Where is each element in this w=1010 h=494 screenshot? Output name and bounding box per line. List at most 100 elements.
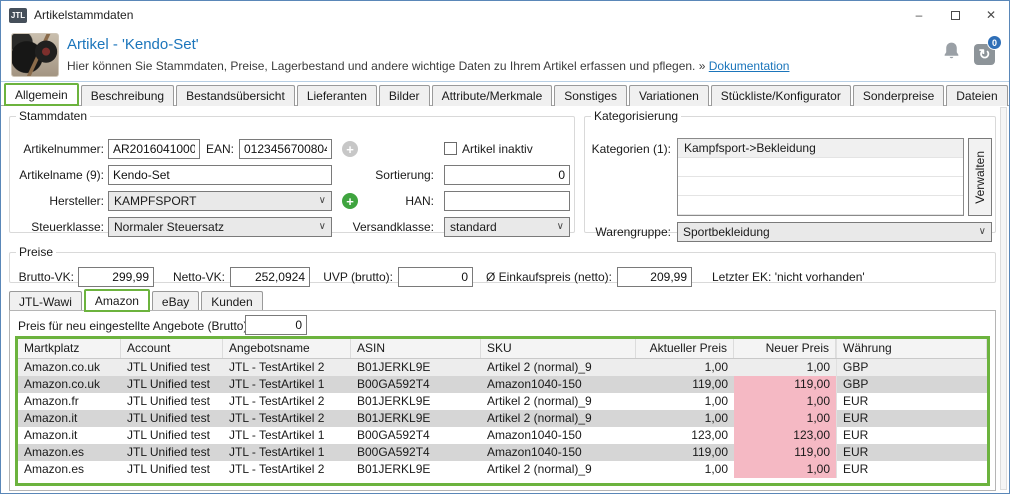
preise-legend: Preise bbox=[16, 245, 56, 259]
cell-aktueller-preis: 123,00 bbox=[636, 427, 734, 444]
cell-neuer-preis: 123,00 bbox=[734, 427, 836, 444]
column-header-account[interactable]: Account bbox=[121, 339, 223, 358]
cell-sku: Amazon1040-150 bbox=[481, 376, 636, 393]
tab-allgemein[interactable]: Allgemein bbox=[4, 83, 79, 106]
price-tab-kunden[interactable]: Kunden bbox=[201, 291, 262, 312]
column-header-sku[interactable]: SKU bbox=[481, 339, 636, 358]
brutto-vk-input[interactable] bbox=[78, 267, 154, 287]
tab-bestandsübersicht[interactable]: Bestandsübersicht bbox=[176, 85, 295, 106]
cell-sku: Artikel 2 (normal)_9 bbox=[481, 393, 636, 410]
warengruppe-label: Warengruppe: bbox=[589, 222, 671, 242]
kategorie-list-empty-row bbox=[678, 158, 963, 177]
artikelstammdaten-window: JTL Artikelstammdaten – ✕ Artikel - 'Ken… bbox=[0, 0, 1010, 494]
cell-waehrung: EUR bbox=[836, 410, 987, 427]
cell-neuer-preis: 119,00 bbox=[734, 444, 836, 461]
warengruppe-select[interactable]: Sportbekleidung ∨ bbox=[677, 222, 992, 242]
column-header-aktueller-preis[interactable]: Aktueller Preis bbox=[636, 339, 734, 358]
cell-asin: B01JERKL9E bbox=[351, 393, 481, 410]
artikelname-input[interactable] bbox=[108, 165, 332, 185]
cell-neuer-preis: 119,00 bbox=[734, 376, 836, 393]
maximize-button[interactable] bbox=[937, 1, 973, 29]
cell-angebotsname: JTL - TestArtikel 2 bbox=[223, 359, 351, 376]
netto-vk-input[interactable] bbox=[230, 267, 310, 287]
cell-account: JTL Unified test bbox=[121, 461, 223, 478]
cell-angebotsname: JTL - TestArtikel 2 bbox=[223, 393, 351, 410]
dokumentation-link[interactable]: Dokumentation bbox=[709, 59, 790, 73]
cell-waehrung: EUR bbox=[836, 461, 987, 478]
cell-aktueller-preis: 1,00 bbox=[636, 393, 734, 410]
tab-attribute-merkmale[interactable]: Attribute/Merkmale bbox=[432, 85, 553, 106]
sortierung-input[interactable] bbox=[444, 165, 570, 185]
vertical-scrollbar[interactable] bbox=[1000, 107, 1007, 490]
tab-dateien[interactable]: Dateien bbox=[946, 85, 1007, 106]
stammdaten-groupbox: Stammdaten Artikelnummer: EAN: + Artikel… bbox=[9, 109, 575, 233]
cell-waehrung: GBP bbox=[836, 359, 987, 376]
cell-marktplatz: Amazon.es bbox=[18, 444, 121, 461]
price-tab-ebay[interactable]: eBay bbox=[152, 291, 199, 312]
tab-lieferanten[interactable]: Lieferanten bbox=[297, 85, 377, 106]
cell-account: JTL Unified test bbox=[121, 444, 223, 461]
einkaufspreis-input[interactable] bbox=[617, 267, 692, 287]
neupreis-input[interactable] bbox=[245, 315, 307, 335]
title-bar: JTL Artikelstammdaten – ✕ bbox=[1, 1, 1009, 29]
steuerklasse-select[interactable]: Normaler Steuersatz ∨ bbox=[108, 217, 332, 237]
sync-button[interactable]: ↻ 0 bbox=[974, 41, 995, 65]
versandklasse-select[interactable]: standard ∨ bbox=[444, 217, 570, 237]
kategorie-list-item[interactable]: Kampfsport->Bekleidung bbox=[678, 139, 963, 158]
sortierung-label: Sortierung: bbox=[310, 165, 434, 185]
cell-neuer-preis: 1,00 bbox=[734, 359, 836, 376]
page-title: Artikel - 'Kendo-Set' bbox=[67, 36, 199, 53]
maximize-icon bbox=[951, 11, 960, 20]
column-header-währung[interactable]: Währung bbox=[836, 339, 987, 358]
verwalten-button[interactable]: Verwalten bbox=[968, 138, 992, 216]
column-header-neuer-preis[interactable]: Neuer Preis bbox=[734, 339, 836, 358]
ean-input[interactable] bbox=[239, 139, 332, 159]
price-tab-amazon[interactable]: Amazon bbox=[84, 289, 150, 312]
brutto-vk-label: Brutto-VK: bbox=[14, 267, 74, 287]
tab-bilder[interactable]: Bilder bbox=[379, 85, 430, 106]
cell-marktplatz: Amazon.co.uk bbox=[18, 376, 121, 393]
table-row[interactable]: Amazon.co.ukJTL Unified testJTL - TestAr… bbox=[18, 376, 987, 393]
cell-sku: Amazon1040-150 bbox=[481, 444, 636, 461]
cell-aktueller-preis: 119,00 bbox=[636, 376, 734, 393]
minimize-button[interactable]: – bbox=[901, 1, 937, 29]
han-label: HAN: bbox=[310, 191, 434, 211]
tab-sonstiges[interactable]: Sonstiges bbox=[554, 85, 627, 106]
column-header-martkplatz[interactable]: Martkplatz bbox=[18, 339, 121, 358]
artikel-inaktiv-checkbox[interactable] bbox=[444, 142, 457, 155]
price-tab-jtl-wawi[interactable]: JTL-Wawi bbox=[9, 291, 82, 312]
hersteller-label: Hersteller: bbox=[10, 191, 104, 211]
cell-asin: B01JERKL9E bbox=[351, 461, 481, 478]
tab-stückliste-konfigurator[interactable]: Stückliste/Konfigurator bbox=[711, 85, 851, 106]
table-row[interactable]: Amazon.frJTL Unified testJTL - TestArtik… bbox=[18, 393, 987, 410]
add-ean-icon[interactable]: + bbox=[342, 141, 358, 157]
cell-waehrung: GBP bbox=[836, 376, 987, 393]
table-row[interactable]: Amazon.esJTL Unified testJTL - TestArtik… bbox=[18, 444, 987, 461]
table-row[interactable]: Amazon.esJTL Unified testJTL - TestArtik… bbox=[18, 461, 987, 478]
column-header-angebotsname[interactable]: Angebotsname bbox=[223, 339, 351, 358]
cell-marktplatz: Amazon.es bbox=[18, 461, 121, 478]
cell-waehrung: EUR bbox=[836, 393, 987, 410]
table-row[interactable]: Amazon.co.ukJTL Unified testJTL - TestAr… bbox=[18, 359, 987, 376]
main-tab-strip: AllgemeinBeschreibungBestandsübersichtLi… bbox=[1, 83, 1009, 106]
table-header-row: MartkplatzAccountAngebotsnameASINSKUAktu… bbox=[18, 339, 987, 359]
cell-asin: B00GA592T4 bbox=[351, 427, 481, 444]
column-header-asin[interactable]: ASIN bbox=[351, 339, 481, 358]
price-tab-strip: JTL-WawiAmazoneBayKunden bbox=[9, 288, 265, 311]
article-image-thumbnail[interactable] bbox=[11, 33, 59, 77]
cell-asin: B01JERKL9E bbox=[351, 410, 481, 427]
close-button[interactable]: ✕ bbox=[973, 1, 1009, 29]
hersteller-select[interactable]: KAMPFSPORT ∨ bbox=[108, 191, 332, 211]
uvp-input[interactable] bbox=[398, 267, 473, 287]
table-row[interactable]: Amazon.itJTL Unified testJTL - TestArtik… bbox=[18, 427, 987, 444]
tab-sonderpreise[interactable]: Sonderpreise bbox=[853, 85, 944, 106]
page-header: Artikel - 'Kendo-Set' Hier können Sie St… bbox=[1, 29, 1009, 82]
bell-icon[interactable] bbox=[943, 41, 960, 63]
tab-beschreibung[interactable]: Beschreibung bbox=[81, 85, 174, 106]
amazon-panel: Preis für neu eingestellte Angebote (Bru… bbox=[9, 310, 996, 491]
han-input[interactable] bbox=[444, 191, 570, 211]
cell-aktueller-preis: 1,00 bbox=[636, 461, 734, 478]
warengruppe-value: Sportbekleidung bbox=[683, 225, 770, 239]
table-row[interactable]: Amazon.itJTL Unified testJTL - TestArtik… bbox=[18, 410, 987, 427]
tab-variationen[interactable]: Variationen bbox=[629, 85, 709, 106]
